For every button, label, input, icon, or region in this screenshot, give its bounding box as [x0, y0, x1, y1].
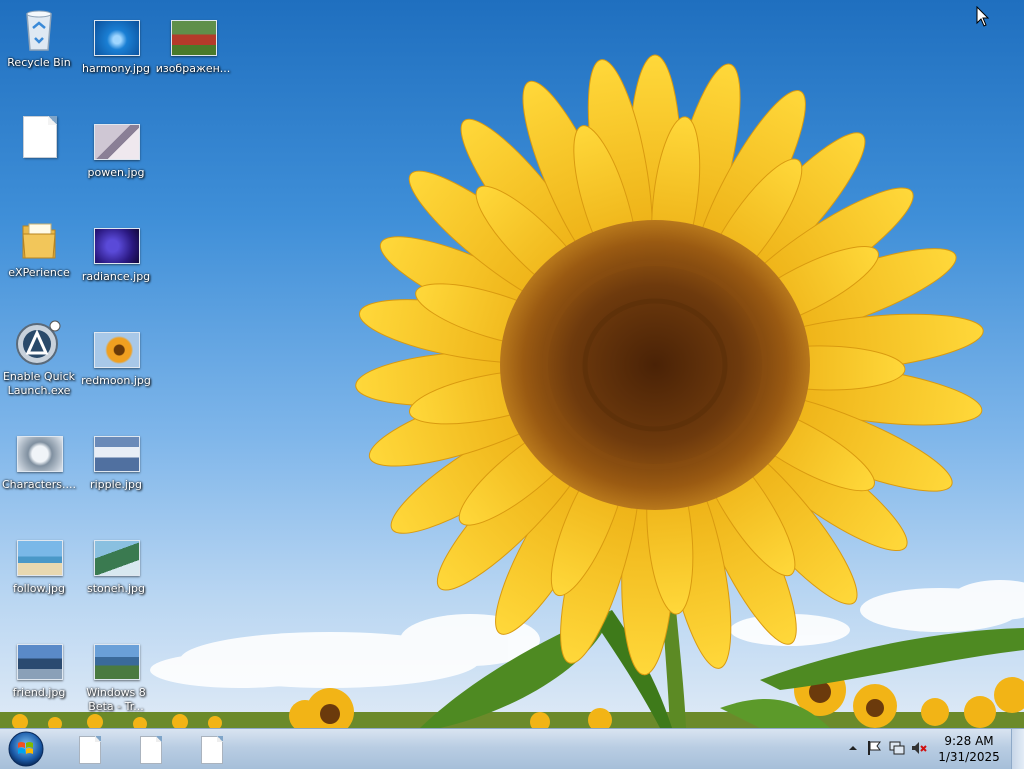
taskbar-item-2[interactable]	[137, 734, 163, 764]
icon-label: harmony.jpg	[82, 62, 150, 75]
ripple-jpg-icon[interactable]: ripple.jpg	[78, 428, 154, 492]
image-thumbnail-icon	[92, 636, 140, 684]
taskbar-item-1[interactable]	[76, 734, 102, 764]
icon-label: Windows 8 Beta - Tr...	[86, 686, 146, 713]
izobrazhen-icon[interactable]: изображен...	[155, 12, 231, 76]
document-icon	[79, 736, 101, 764]
image-thumbnail-icon	[15, 636, 63, 684]
folder-icon	[15, 216, 63, 264]
taskbar: 9:28 AM 1/31/2025	[0, 728, 1024, 769]
network-icon[interactable]	[888, 739, 906, 757]
icon-label: radiance.jpg	[81, 270, 151, 283]
icon-label: изображен...	[155, 62, 231, 75]
image-thumbnail-icon	[15, 532, 63, 580]
icon-label: stoneh.jpg	[86, 582, 145, 595]
image-thumbnail-icon	[169, 12, 217, 60]
chevron-up-icon[interactable]	[844, 739, 862, 757]
powen-jpg-icon[interactable]: powen.jpg	[78, 116, 154, 180]
redmoon-jpg-icon[interactable]: redmoon.jpg	[78, 324, 154, 388]
clock[interactable]: 9:28 AM 1/31/2025	[934, 733, 1004, 765]
recycle-bin-icon-glyph	[15, 6, 63, 54]
radiance-jpg-icon[interactable]: radiance.jpg	[78, 220, 154, 284]
document-icon	[201, 736, 223, 764]
windows-8-beta-icon[interactable]: Windows 8 Beta - Tr...	[78, 636, 154, 714]
start-button[interactable]	[4, 731, 48, 767]
image-thumbnail-icon	[92, 532, 140, 580]
image-thumbnail-icon	[92, 428, 140, 476]
icon-label: follow.jpg	[13, 582, 65, 595]
icon-label: Recycle Bin	[7, 56, 71, 69]
icon-label: redmoon.jpg	[81, 374, 151, 387]
clock-date: 1/31/2025	[938, 750, 1000, 764]
recycle-bin-icon[interactable]: Recycle Bin	[1, 6, 77, 70]
friend-jpg-icon[interactable]: friend.jpg	[1, 636, 77, 700]
icon-label: Enable Quick Launch.exe	[2, 370, 76, 397]
icon-label: powen.jpg	[87, 166, 145, 179]
clock-time: 9:28 AM	[944, 734, 994, 748]
system-tray: 9:28 AM 1/31/2025	[834, 729, 1024, 769]
action-center-flag-icon[interactable]	[866, 739, 884, 757]
stoneh-jpg-icon[interactable]: stoneh.jpg	[78, 532, 154, 596]
blank-document-icon[interactable]	[1, 114, 77, 164]
app-icon	[15, 320, 63, 368]
icon-label: Characters....	[1, 478, 77, 491]
sunflower-disc	[500, 220, 810, 510]
icon-label: friend.jpg	[12, 686, 66, 699]
image-thumbnail-icon	[92, 116, 140, 164]
icon-label: ripple.jpg	[90, 478, 142, 491]
taskbar-item-3[interactable]	[198, 734, 224, 764]
desktop[interactable]: Recycle Bin harmony.jpg изображен... pow…	[0, 0, 1024, 728]
document-icon	[15, 114, 63, 162]
follow-jpg-icon[interactable]: follow.jpg	[1, 532, 77, 596]
icon-label: eXPerience	[8, 266, 70, 279]
enable-quick-launch-icon[interactable]: Enable Quick Launch.exe	[1, 320, 77, 398]
experience-folder-icon[interactable]: eXPerience	[1, 216, 77, 280]
harmony-jpg-icon[interactable]: harmony.jpg	[78, 12, 154, 76]
volume-muted-icon[interactable]	[910, 739, 928, 757]
characters-icon[interactable]: Characters....	[1, 428, 77, 492]
mouse-cursor-icon	[976, 6, 990, 27]
image-thumbnail-icon	[92, 12, 140, 60]
image-thumbnail-icon	[92, 220, 140, 268]
image-thumbnail-icon	[92, 324, 140, 372]
image-thumbnail-icon	[15, 428, 63, 476]
document-icon	[140, 736, 162, 764]
windows-orb-icon	[8, 731, 44, 767]
show-desktop-button[interactable]	[1011, 729, 1024, 769]
